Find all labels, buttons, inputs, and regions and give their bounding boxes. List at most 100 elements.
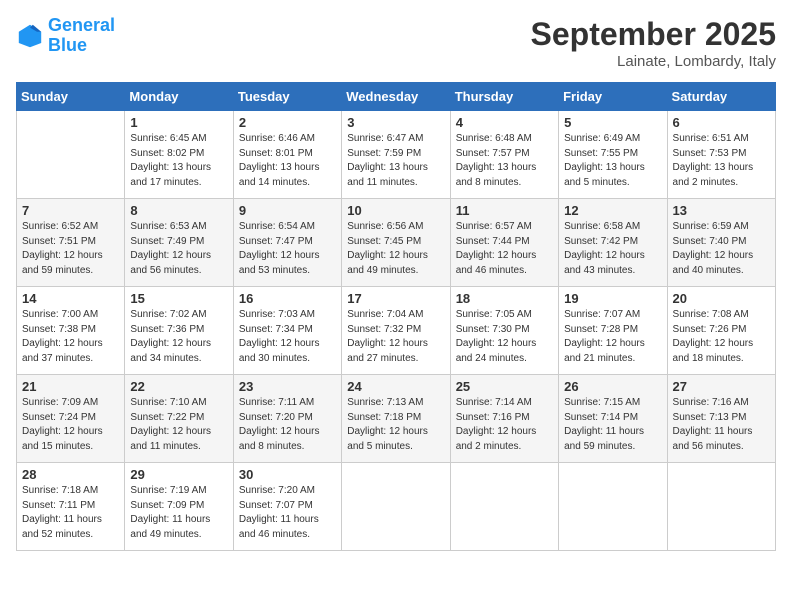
cell-info: Sunrise: 7:20 AM Sunset: 7:07 PM Dayligh… — [239, 484, 336, 542]
day-number: 22 — [130, 379, 227, 394]
calendar-cell: 13 Sunrise: 6:59 AM Sunset: 7:40 PM Dayli… — [667, 199, 775, 287]
day-number: 7 — [22, 203, 119, 218]
calendar-week-row: 21 Sunrise: 7:09 AM Sunset: 7:24 PM Dayli… — [17, 375, 776, 463]
cell-info: Sunrise: 6:54 AM Sunset: 7:47 PM Dayligh… — [239, 220, 336, 278]
calendar-cell — [342, 463, 450, 551]
cell-info: Sunrise: 7:00 AM Sunset: 7:38 PM Dayligh… — [22, 308, 119, 366]
cell-info: Sunrise: 7:14 AM Sunset: 7:16 PM Dayligh… — [456, 396, 553, 454]
day-number: 15 — [130, 291, 227, 306]
cell-info: Sunrise: 7:11 AM Sunset: 7:20 PM Dayligh… — [239, 396, 336, 454]
day-number: 19 — [564, 291, 661, 306]
calendar-cell — [450, 463, 558, 551]
calendar-cell: 27 Sunrise: 7:16 AM Sunset: 7:13 PM Dayli… — [667, 375, 775, 463]
calendar-cell: 11 Sunrise: 6:57 AM Sunset: 7:44 PM Dayli… — [450, 199, 558, 287]
day-number: 11 — [456, 203, 553, 218]
logo-text: General Blue — [48, 16, 115, 56]
day-number: 17 — [347, 291, 444, 306]
calendar-header-row: SundayMondayTuesdayWednesdayThursdayFrid… — [17, 83, 776, 111]
header-monday: Monday — [125, 83, 233, 111]
cell-info: Sunrise: 6:48 AM Sunset: 7:57 PM Dayligh… — [456, 132, 553, 190]
day-number: 18 — [456, 291, 553, 306]
calendar-cell: 28 Sunrise: 7:18 AM Sunset: 7:11 PM Dayli… — [17, 463, 125, 551]
day-number: 12 — [564, 203, 661, 218]
day-number: 16 — [239, 291, 336, 306]
cell-info: Sunrise: 6:49 AM Sunset: 7:55 PM Dayligh… — [564, 132, 661, 190]
calendar-cell: 12 Sunrise: 6:58 AM Sunset: 7:42 PM Dayli… — [559, 199, 667, 287]
day-number: 10 — [347, 203, 444, 218]
cell-info: Sunrise: 6:52 AM Sunset: 7:51 PM Dayligh… — [22, 220, 119, 278]
calendar-cell: 3 Sunrise: 6:47 AM Sunset: 7:59 PM Daylig… — [342, 111, 450, 199]
header-tuesday: Tuesday — [233, 83, 341, 111]
header-sunday: Sunday — [17, 83, 125, 111]
calendar-cell: 5 Sunrise: 6:49 AM Sunset: 7:55 PM Daylig… — [559, 111, 667, 199]
header-wednesday: Wednesday — [342, 83, 450, 111]
cell-info: Sunrise: 6:57 AM Sunset: 7:44 PM Dayligh… — [456, 220, 553, 278]
calendar-week-row: 1Sunrise: 6:45 AM Sunset: 8:02 PM Daylig… — [17, 111, 776, 199]
calendar-cell: 19 Sunrise: 7:07 AM Sunset: 7:28 PM Dayli… — [559, 287, 667, 375]
day-number: 3 — [347, 115, 444, 130]
cell-info: Sunrise: 7:13 AM Sunset: 7:18 PM Dayligh… — [347, 396, 444, 454]
cell-info: Sunrise: 7:15 AM Sunset: 7:14 PM Dayligh… — [564, 396, 661, 454]
day-number: 14 — [22, 291, 119, 306]
day-number: 25 — [456, 379, 553, 394]
calendar-cell: 24Sunrise: 7:13 AM Sunset: 7:18 PM Dayli… — [342, 375, 450, 463]
day-number: 29 — [130, 467, 227, 482]
calendar-cell: 20 Sunrise: 7:08 AM Sunset: 7:26 PM Dayli… — [667, 287, 775, 375]
cell-info: Sunrise: 7:02 AM Sunset: 7:36 PM Dayligh… — [130, 308, 227, 366]
day-number: 9 — [239, 203, 336, 218]
cell-info: Sunrise: 7:05 AM Sunset: 7:30 PM Dayligh… — [456, 308, 553, 366]
calendar-cell: 17 Sunrise: 7:04 AM Sunset: 7:32 PM Dayli… — [342, 287, 450, 375]
cell-info: Sunrise: 7:03 AM Sunset: 7:34 PM Dayligh… — [239, 308, 336, 366]
header-thursday: Thursday — [450, 83, 558, 111]
calendar-cell: 14 Sunrise: 7:00 AM Sunset: 7:38 PM Dayli… — [17, 287, 125, 375]
calendar-cell: 6Sunrise: 6:51 AM Sunset: 7:53 PM Daylig… — [667, 111, 775, 199]
calendar-cell: 9 Sunrise: 6:54 AM Sunset: 7:47 PM Daylig… — [233, 199, 341, 287]
cell-info: Sunrise: 6:53 AM Sunset: 7:49 PM Dayligh… — [130, 220, 227, 278]
calendar-week-row: 28 Sunrise: 7:18 AM Sunset: 7:11 PM Dayli… — [17, 463, 776, 551]
day-number: 13 — [673, 203, 770, 218]
logo-icon — [16, 22, 44, 50]
cell-info: Sunrise: 6:46 AM Sunset: 8:01 PM Dayligh… — [239, 132, 336, 190]
cell-info: Sunrise: 7:10 AM Sunset: 7:22 PM Dayligh… — [130, 396, 227, 454]
calendar-cell: 30 Sunrise: 7:20 AM Sunset: 7:07 PM Dayli… — [233, 463, 341, 551]
cell-info: Sunrise: 7:07 AM Sunset: 7:28 PM Dayligh… — [564, 308, 661, 366]
calendar-cell: 16 Sunrise: 7:03 AM Sunset: 7:34 PM Dayli… — [233, 287, 341, 375]
cell-info: Sunrise: 6:59 AM Sunset: 7:40 PM Dayligh… — [673, 220, 770, 278]
day-number: 28 — [22, 467, 119, 482]
logo: General Blue — [16, 16, 115, 56]
calendar-cell: 1Sunrise: 6:45 AM Sunset: 8:02 PM Daylig… — [125, 111, 233, 199]
calendar-cell: 21 Sunrise: 7:09 AM Sunset: 7:24 PM Dayli… — [17, 375, 125, 463]
month-title: September 2025 — [531, 16, 776, 53]
cell-info: Sunrise: 6:56 AM Sunset: 7:45 PM Dayligh… — [347, 220, 444, 278]
calendar-table: SundayMondayTuesdayWednesdayThursdayFrid… — [16, 82, 776, 551]
day-number: 27 — [673, 379, 770, 394]
day-number: 8 — [130, 203, 227, 218]
day-number: 30 — [239, 467, 336, 482]
cell-info: Sunrise: 7:19 AM Sunset: 7:09 PM Dayligh… — [130, 484, 227, 542]
page-header: General Blue September 2025 Lainate, Lom… — [16, 16, 776, 70]
calendar-cell: 7 Sunrise: 6:52 AM Sunset: 7:51 PM Daylig… — [17, 199, 125, 287]
day-number: 21 — [22, 379, 119, 394]
calendar-week-row: 7 Sunrise: 6:52 AM Sunset: 7:51 PM Daylig… — [17, 199, 776, 287]
calendar-cell: 2 Sunrise: 6:46 AM Sunset: 8:01 PM Daylig… — [233, 111, 341, 199]
calendar-cell: 26Sunrise: 7:15 AM Sunset: 7:14 PM Dayli… — [559, 375, 667, 463]
cell-info: Sunrise: 6:47 AM Sunset: 7:59 PM Dayligh… — [347, 132, 444, 190]
day-number: 4 — [456, 115, 553, 130]
cell-info: Sunrise: 7:09 AM Sunset: 7:24 PM Dayligh… — [22, 396, 119, 454]
day-number: 5 — [564, 115, 661, 130]
calendar-cell — [559, 463, 667, 551]
location: Lainate, Lombardy, Italy — [531, 53, 776, 70]
day-number: 2 — [239, 115, 336, 130]
calendar-cell: 29 Sunrise: 7:19 AM Sunset: 7:09 PM Dayli… — [125, 463, 233, 551]
calendar-cell: 22 Sunrise: 7:10 AM Sunset: 7:22 PM Dayli… — [125, 375, 233, 463]
calendar-cell: 4 Sunrise: 6:48 AM Sunset: 7:57 PM Daylig… — [450, 111, 558, 199]
calendar-cell: 15 Sunrise: 7:02 AM Sunset: 7:36 PM Dayli… — [125, 287, 233, 375]
day-number: 23 — [239, 379, 336, 394]
cell-info: Sunrise: 6:58 AM Sunset: 7:42 PM Dayligh… — [564, 220, 661, 278]
cell-info: Sunrise: 7:16 AM Sunset: 7:13 PM Dayligh… — [673, 396, 770, 454]
cell-info: Sunrise: 7:08 AM Sunset: 7:26 PM Dayligh… — [673, 308, 770, 366]
title-block: September 2025 Lainate, Lombardy, Italy — [531, 16, 776, 70]
day-number: 20 — [673, 291, 770, 306]
cell-info: Sunrise: 7:04 AM Sunset: 7:32 PM Dayligh… — [347, 308, 444, 366]
cell-info: Sunrise: 7:18 AM Sunset: 7:11 PM Dayligh… — [22, 484, 119, 542]
